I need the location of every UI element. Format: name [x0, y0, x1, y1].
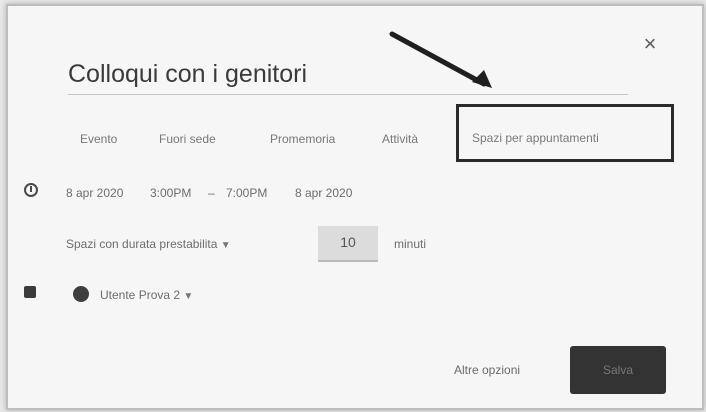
tab-evento[interactable]: Evento	[80, 132, 117, 146]
title-underline	[68, 94, 628, 95]
slot-duration-unit: minuti	[394, 237, 427, 251]
end-date[interactable]: 8 apr 2020	[295, 186, 352, 200]
tab-promemoria[interactable]: Promemoria	[270, 132, 335, 146]
tab-fuori-sede[interactable]: Fuori sede	[159, 132, 216, 146]
chevron-down-icon: ▼	[220, 240, 231, 251]
calendar-icon	[24, 286, 36, 298]
time-separator: –	[208, 186, 215, 200]
tab-attivita[interactable]: Attività	[382, 132, 418, 146]
more-options-button[interactable]: Altre opzioni	[454, 363, 520, 377]
slot-mode-select[interactable]: Spazi con durata prestabilita ▼	[66, 237, 231, 251]
start-time[interactable]: 3:00PM	[150, 186, 191, 200]
end-time[interactable]: 7:00PM	[226, 186, 267, 200]
slot-duration-value: 10	[340, 234, 356, 250]
calendar-owner-label: Utente Prova 2	[100, 288, 181, 302]
clock-icon	[24, 183, 38, 197]
close-icon[interactable]: ×	[638, 32, 662, 56]
slot-mode-label: Spazi con durata prestabilita	[66, 237, 218, 251]
start-date[interactable]: 8 apr 2020	[66, 186, 123, 200]
calendar-color-dot	[73, 286, 89, 302]
tab-spazi-per-appuntamenti[interactable]: Spazi per appuntamenti	[472, 131, 599, 145]
event-title[interactable]: Colloqui con i genitori	[68, 60, 307, 89]
slot-duration-input[interactable]: 10	[318, 226, 378, 262]
pointer-arrow-annotation	[389, 31, 492, 88]
chevron-down-icon: ▼	[183, 291, 194, 302]
calendar-select[interactable]: Utente Prova 2 ▼	[100, 288, 193, 302]
save-button[interactable]: Salva	[570, 346, 666, 394]
